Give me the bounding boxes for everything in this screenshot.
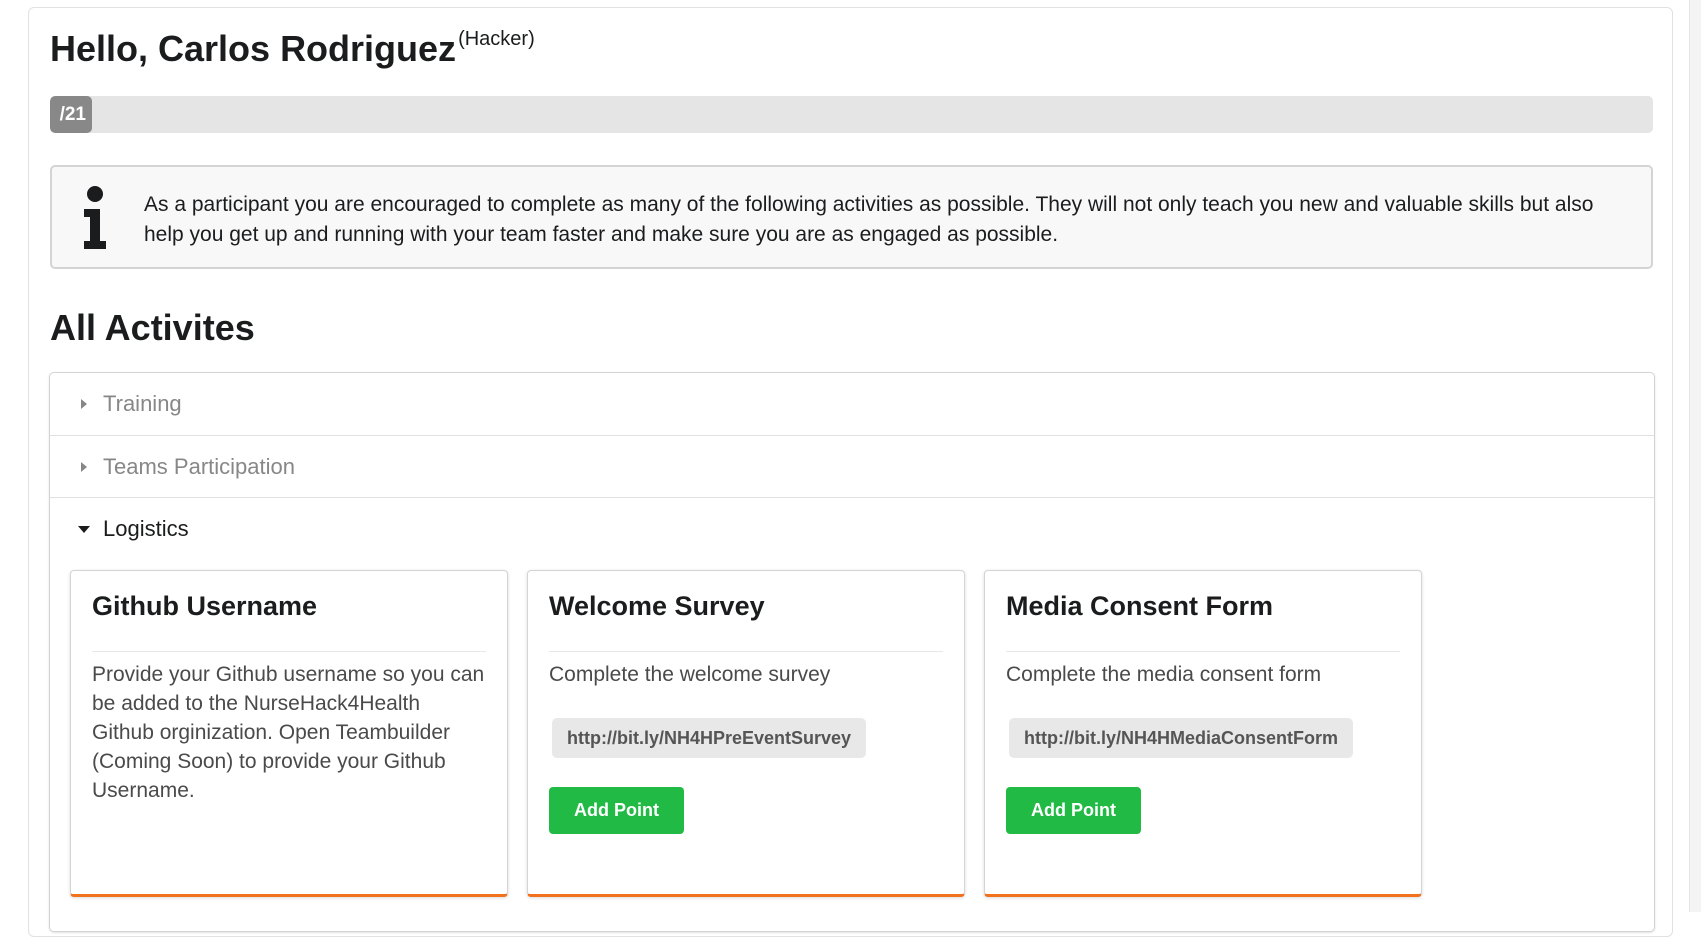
card-description: Provide your Github username so you can … bbox=[92, 663, 485, 802]
section-title: All Activites bbox=[50, 307, 255, 348]
accordion-label: Training bbox=[103, 391, 182, 416]
caret-right-icon bbox=[81, 399, 87, 409]
card-description: Complete the welcome survey bbox=[549, 663, 831, 686]
add-point-button[interactable]: Add Point bbox=[549, 787, 684, 834]
consent-form-link[interactable]: http://bit.ly/NH4HMediaConsentForm bbox=[1009, 718, 1353, 758]
card-title: Media Consent Form bbox=[1006, 591, 1274, 621]
greeting-heading: Hello, Carlos Rodriguez (Hacker) bbox=[50, 28, 535, 70]
card-title: Welcome Survey bbox=[549, 591, 765, 621]
card-divider bbox=[92, 651, 486, 652]
info-icon bbox=[84, 186, 106, 249]
accordion-label: Teams Participation bbox=[103, 454, 295, 479]
card-title: Github Username bbox=[92, 591, 318, 621]
accordion-label: Logistics bbox=[103, 516, 189, 541]
progress-fill: /21 bbox=[50, 96, 92, 133]
card-divider bbox=[1006, 651, 1400, 652]
caret-right-icon bbox=[81, 462, 87, 472]
add-point-button[interactable]: Add Point bbox=[1006, 787, 1141, 834]
page-scrollbar[interactable] bbox=[1689, 0, 1701, 912]
card-description: Complete the media consent form bbox=[1006, 663, 1322, 686]
accordion-teams-participation[interactable]: Teams Participation bbox=[50, 435, 1654, 497]
info-text: As a participant you are encouraged to c… bbox=[144, 193, 1594, 246]
activity-card-github-username: Github Username Provide your Github user… bbox=[70, 570, 508, 897]
accordion-training[interactable]: Training bbox=[50, 373, 1654, 435]
user-role: (Hacker) bbox=[458, 28, 535, 50]
activity-card-welcome-survey: Welcome Survey Complete the welcome surv… bbox=[527, 570, 965, 897]
activity-card-media-consent: Media Consent Form Complete the media co… bbox=[984, 570, 1422, 897]
survey-link[interactable]: http://bit.ly/NH4HPreEventSurvey bbox=[552, 718, 867, 758]
accordion-logistics[interactable]: Logistics bbox=[50, 497, 1654, 559]
caret-down-icon bbox=[78, 526, 90, 533]
points-progress-bar: /21 bbox=[50, 96, 1653, 133]
progress-label: /21 bbox=[59, 104, 86, 125]
info-message: As a participant you are encouraged to c… bbox=[50, 165, 1653, 269]
user-greeting: Hello, Carlos Rodriguez bbox=[50, 28, 457, 69]
card-divider bbox=[549, 651, 943, 652]
